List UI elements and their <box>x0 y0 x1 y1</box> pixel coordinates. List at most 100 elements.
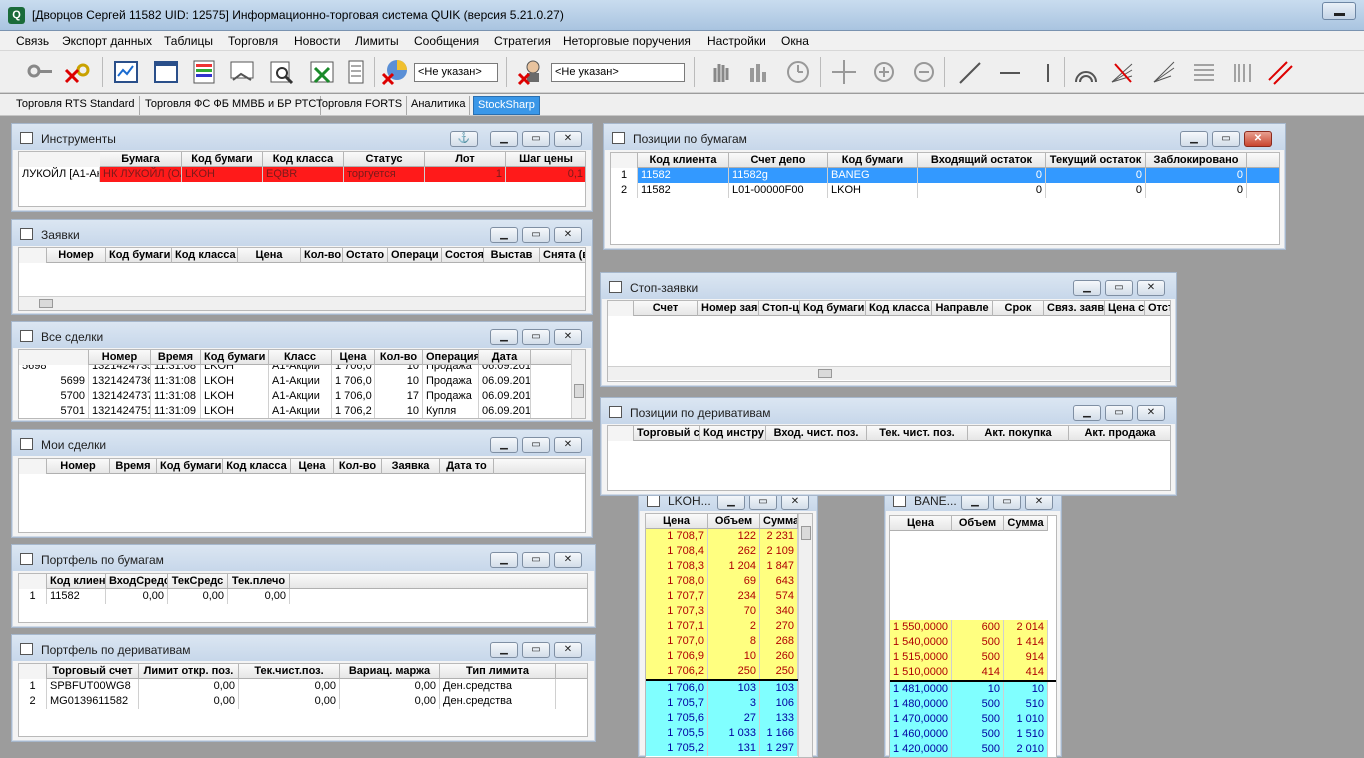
orderbook-row[interactable]: 1 706,0 103 103 <box>646 681 798 696</box>
menu-news[interactable]: Новости <box>294 34 340 48</box>
col-offset[interactable]: Отст <box>1145 301 1170 316</box>
col-sec-code[interactable]: Код бумаги <box>828 153 918 168</box>
orderbook-row[interactable]: 1 707,7 234 574 <box>646 589 798 604</box>
orderbook-row[interactable]: 1 480,0000 500 510 <box>890 697 1048 712</box>
table-row[interactable]: 5698 1321424735 11:31:08 LKOH А1-Акции 1… <box>19 365 571 374</box>
vertical-scrollbar[interactable] <box>571 350 585 418</box>
col-price-step[interactable]: Шаг цены <box>506 152 585 167</box>
clock-button[interactable] <box>782 55 812 87</box>
orderbook-row[interactable]: 1 707,3 70 340 <box>646 604 798 619</box>
orderbook-row[interactable]: 1 481,0000 10 10 <box>890 682 1048 697</box>
portfolio-der-maximize[interactable]: ▭ <box>522 642 550 658</box>
col-number[interactable]: Номер <box>89 350 151 365</box>
orderbook-row[interactable]: 1 705,6 27 133 <box>646 711 798 726</box>
col-order-number[interactable]: Номер зая <box>698 301 759 316</box>
orderbook-row[interactable]: 1 707,0 8 268 <box>646 634 798 649</box>
portfolio-der-minimize[interactable]: ▁ <box>490 642 518 658</box>
menu-settings[interactable]: Настройки <box>707 34 766 48</box>
positions-der-minimize[interactable]: ▁ <box>1073 405 1101 421</box>
col-net-pos[interactable]: Тек.чист.поз. <box>239 664 340 679</box>
table-row-selected[interactable]: 1 11582 11582g BANEG 0 0 0 <box>611 168 1279 183</box>
quotes-table-button[interactable] <box>188 55 218 87</box>
col-class-code[interactable]: Код класса <box>172 248 238 263</box>
menu-windows[interactable]: Окна <box>781 34 809 48</box>
time-zones-button[interactable] <box>1226 55 1256 87</box>
orderbook-row[interactable]: 1 708,4 262 2 109 <box>646 544 798 559</box>
col-price[interactable]: Цена <box>890 516 952 531</box>
col-placed[interactable]: Выстав <box>484 248 540 263</box>
col-open-limit[interactable]: Лимит откр. поз. <box>139 664 239 679</box>
orderbook-row[interactable]: 1 706,9 10 260 <box>646 649 798 664</box>
tab-stocksharp[interactable]: StockSharp <box>473 96 540 115</box>
table-row[interactable]: 5701 1321424751 11:31:09 LKOH А1-Акции 1… <box>19 404 571 418</box>
positions-sec-minimize[interactable]: ▁ <box>1180 131 1208 147</box>
menu-connection[interactable]: Связь <box>16 34 49 48</box>
col-qty[interactable]: Кол-во <box>375 350 423 365</box>
col-trade-account[interactable]: Торговый счет <box>47 664 139 679</box>
col-number[interactable]: Номер <box>47 248 106 263</box>
col-qty[interactable]: Кол-во <box>334 459 382 474</box>
col-sum[interactable]: Сумма <box>760 514 798 529</box>
table-row[interactable]: 2 11582 L01-00000F00 LKOH 0 0 0 <box>611 183 1279 198</box>
bar-chart-button[interactable] <box>742 55 772 87</box>
table-row[interactable]: 1 SPBFUT00WG8 0,00 0,00 0,00 Ден.средств… <box>19 679 587 694</box>
horizontal-line-button[interactable] <box>994 55 1024 87</box>
my-trades-close[interactable]: ✕ <box>554 437 582 453</box>
col-instrument-code[interactable]: Код инстру <box>700 426 766 441</box>
tab-rts-standard[interactable]: Торговля RTS Standard <box>12 96 140 115</box>
excel-export-button[interactable] <box>306 55 336 87</box>
orders-close[interactable]: ✕ <box>554 227 582 243</box>
table-chart-button[interactable] <box>110 55 140 87</box>
orders-minimize[interactable]: ▁ <box>490 227 518 243</box>
table-row[interactable]: ЛУКОЙЛ [A1-Ак НК ЛУКОЙЛ (ОА LKOH EQBR то… <box>19 167 585 182</box>
table-row[interactable]: 2 MG0139611582 0,00 0,00 0,00 Ден.средст… <box>19 694 587 709</box>
col-qty[interactable]: Кол-во <box>301 248 343 263</box>
menu-export[interactable]: Экспорт данных <box>62 34 152 48</box>
col-state[interactable]: Состоя <box>442 248 484 263</box>
col-cur-funds[interactable]: ТекСредс <box>168 574 228 589</box>
col-time[interactable]: Время <box>151 350 201 365</box>
minimize-button[interactable] <box>1322 2 1356 20</box>
orderbook-row[interactable]: 1 510,0000 414 414 <box>890 665 1048 680</box>
table-row[interactable]: 1 11582 0,00 0,00 0,00 <box>19 589 587 604</box>
orders-maximize[interactable]: ▭ <box>522 227 550 243</box>
portfolio-der-close[interactable]: ✕ <box>554 642 582 658</box>
col-in-funds[interactable]: ВходСредс <box>106 574 168 589</box>
horizontal-scrollbar[interactable] <box>608 366 1170 380</box>
orderbook-row[interactable]: 1 705,2 131 1 297 <box>646 741 798 756</box>
col-price[interactable]: Цена <box>332 350 375 365</box>
col-price-c[interactable]: Цена с <box>1105 301 1145 316</box>
all-trades-minimize[interactable]: ▁ <box>490 329 518 345</box>
baneg-maximize[interactable]: ▭ <box>993 494 1021 510</box>
vertical-scrollbar[interactable] <box>798 514 812 757</box>
col-class-code[interactable]: Код класса <box>866 301 932 316</box>
fibonacci-levels-button[interactable] <box>1188 55 1218 87</box>
arc-button[interactable] <box>1070 55 1100 87</box>
col-date[interactable]: Дата <box>479 350 531 365</box>
col-lot[interactable]: Лот <box>425 152 506 167</box>
col-time[interactable]: Время <box>110 459 157 474</box>
col-volume[interactable]: Объем <box>708 514 760 529</box>
client-button[interactable] <box>514 55 544 87</box>
col-direction[interactable]: Направле <box>932 301 993 316</box>
tab-analytics[interactable]: Аналитика <box>407 96 471 115</box>
positions-sec-close[interactable]: ✕ <box>1244 131 1272 147</box>
fibonacci-fan-button[interactable] <box>1148 55 1178 87</box>
col-stop-price[interactable]: Стоп-ц <box>759 301 800 316</box>
col-class[interactable]: Класс <box>269 350 332 365</box>
orderbook-row[interactable]: 1 706,2 250 250 <box>646 664 798 679</box>
zoom-out-button[interactable] <box>908 55 938 87</box>
col-trade-date[interactable]: Дата то <box>440 459 494 474</box>
col-sec-code[interactable]: Код бумаги <box>157 459 223 474</box>
orderbook-row[interactable]: 1 705,7 3 106 <box>646 696 798 711</box>
menu-strategy[interactable]: Стратегия <box>494 34 551 48</box>
new-window-button[interactable] <box>150 55 180 87</box>
lkoh-minimize[interactable]: ▁ <box>717 494 745 510</box>
positions-der-maximize[interactable]: ▭ <box>1105 405 1133 421</box>
col-depo-account[interactable]: Счет депо <box>729 153 828 168</box>
col-limit-type[interactable]: Тип лимита <box>440 664 556 679</box>
portfolio-sec-maximize[interactable]: ▭ <box>522 552 550 568</box>
menu-trading[interactable]: Торговля <box>228 34 278 48</box>
account-select-1[interactable]: <Не указан> <box>414 63 498 82</box>
col-client-code[interactable]: Код клиента <box>638 153 729 168</box>
